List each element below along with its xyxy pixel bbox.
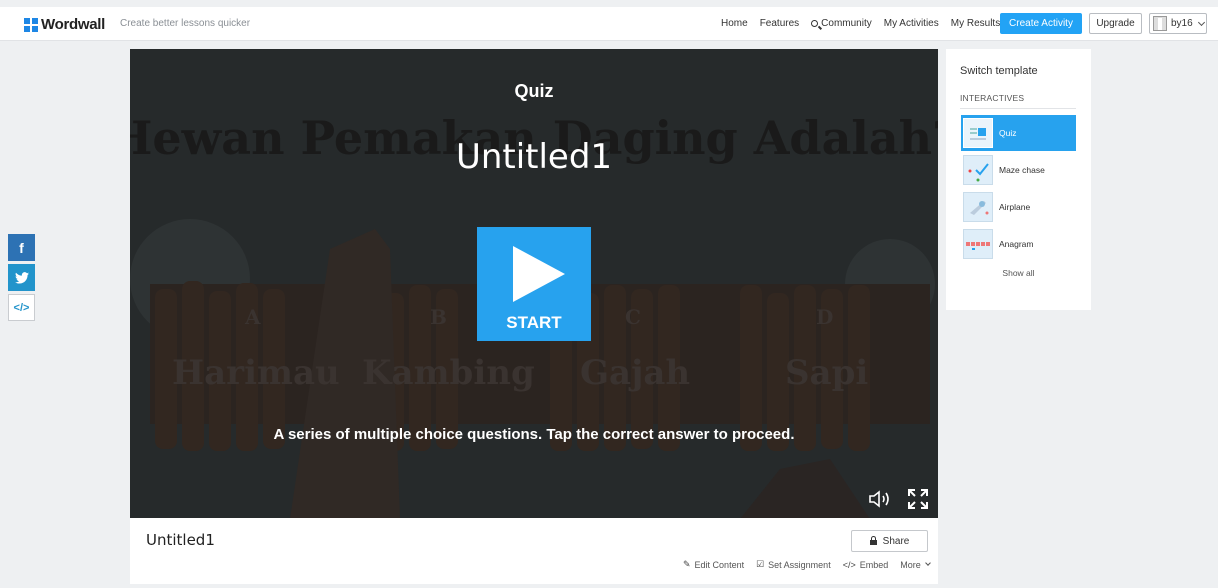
maze-chase-thumbnail-icon <box>963 155 993 185</box>
nav-my-activities[interactable]: My Activities <box>884 18 939 29</box>
nav-community-label: Community <box>821 18 872 29</box>
nav-community[interactable]: Community <box>811 18 872 29</box>
template-airplane[interactable]: Airplane <box>961 189 1076 225</box>
answer-text-c: Gajah <box>580 353 690 393</box>
avatar <box>1153 16 1167 31</box>
username: by16 <box>1171 18 1193 29</box>
create-activity-button[interactable]: Create Activity <box>1000 13 1082 34</box>
code-icon: </> <box>842 559 856 570</box>
main-nav: Home Features Community My Activities My… <box>721 18 1012 29</box>
template-heading: Switch template <box>960 65 1038 77</box>
nav-my-results[interactable]: My Results <box>951 18 1000 29</box>
tagline: Create better lessons quicker <box>120 18 251 29</box>
template-quiz[interactable]: Quiz <box>961 115 1076 151</box>
share-label: Share <box>882 535 910 547</box>
logo-icon <box>24 17 38 32</box>
fullscreen-icon[interactable] <box>906 487 930 511</box>
start-label: START <box>506 313 562 332</box>
activity-title: Untitled1 <box>146 531 215 549</box>
twitter-share-button[interactable] <box>8 264 35 291</box>
logo[interactable]: Wordwall <box>24 16 105 33</box>
pencil-icon: ✎ <box>683 559 691 569</box>
game-title: Untitled1 <box>455 137 613 177</box>
answer-text-b: Kambing <box>362 353 535 393</box>
set-assignment-label: Set Assignment <box>768 559 831 570</box>
facebook-share-button[interactable]: f <box>8 234 35 261</box>
checkbox-icon: ☑ <box>756 559 765 569</box>
activity-actions: ✎ Edit Content ☑ Set Assignment </> Embed M… <box>683 559 942 570</box>
game-description: A series of multiple choice questions. T… <box>273 426 795 443</box>
embed-share-button[interactable]: </> <box>8 294 35 321</box>
anagram-thumbnail-icon <box>963 229 993 259</box>
airplane-thumbnail-icon <box>963 192 993 222</box>
template-airplane-label: Airplane <box>999 202 1031 212</box>
answer-letter-a: A <box>244 305 261 329</box>
facebook-icon: f <box>19 239 24 256</box>
template-switcher: Switch template INTERACTIVES Quiz Maze c… <box>946 49 1091 310</box>
answer-text-d: Sapi <box>785 353 868 393</box>
nav-home[interactable]: Home <box>721 18 748 29</box>
game-type-label: Quiz <box>514 81 554 101</box>
start-button[interactable]: START <box>477 227 591 341</box>
search-icon <box>811 20 819 27</box>
embed-button[interactable]: </> Embed <box>843 559 889 570</box>
template-section-label: INTERACTIVES <box>960 93 1025 103</box>
game-player[interactable]: Hewan Pemakan Daging Adalah? A B C D Har… <box>130 49 938 518</box>
set-assignment-button[interactable]: ☑ Set Assignment <box>756 559 831 570</box>
more-label: More <box>900 559 921 570</box>
template-anagram-label: Anagram <box>999 239 1034 249</box>
user-menu[interactable]: by16 <box>1149 13 1207 34</box>
lock-icon <box>869 535 877 545</box>
chevron-down-icon <box>1197 18 1205 26</box>
embed-label: Embed <box>859 559 889 570</box>
nav-features[interactable]: Features <box>760 18 799 29</box>
divider <box>960 108 1076 109</box>
answer-text-a: Harimau <box>172 353 340 393</box>
answer-letter-b: B <box>430 305 447 329</box>
edit-content-button[interactable]: ✎ Edit Content <box>683 559 744 570</box>
upgrade-button[interactable]: Upgrade <box>1089 13 1142 34</box>
share-button[interactable]: Share <box>851 530 928 552</box>
answer-letter-d: D <box>816 305 833 329</box>
sound-icon[interactable] <box>868 489 892 509</box>
twitter-icon <box>14 271 29 284</box>
template-maze-chase-label: Maze chase <box>999 165 1045 175</box>
edit-content-label: Edit Content <box>694 559 745 570</box>
top-navbar: Wordwall Create better lessons quicker H… <box>0 7 1218 41</box>
template-quiz-label: Quiz <box>999 128 1017 138</box>
template-anagram[interactable]: Anagram <box>961 226 1076 262</box>
chevron-down-icon <box>924 560 931 566</box>
quiz-thumbnail-icon <box>963 118 993 148</box>
template-maze-chase[interactable]: Maze chase <box>961 152 1076 188</box>
embed-icon: </> <box>13 301 30 314</box>
answer-letter-c: C <box>625 305 641 329</box>
activity-info-panel: Untitled1 Share ✎ Edit Content ☑ Set Assig… <box>130 518 938 584</box>
play-icon <box>513 246 565 302</box>
logo-text: Wordwall <box>41 16 105 33</box>
show-all-link[interactable]: Show all <box>946 268 1091 278</box>
more-button[interactable]: More <box>900 559 931 570</box>
